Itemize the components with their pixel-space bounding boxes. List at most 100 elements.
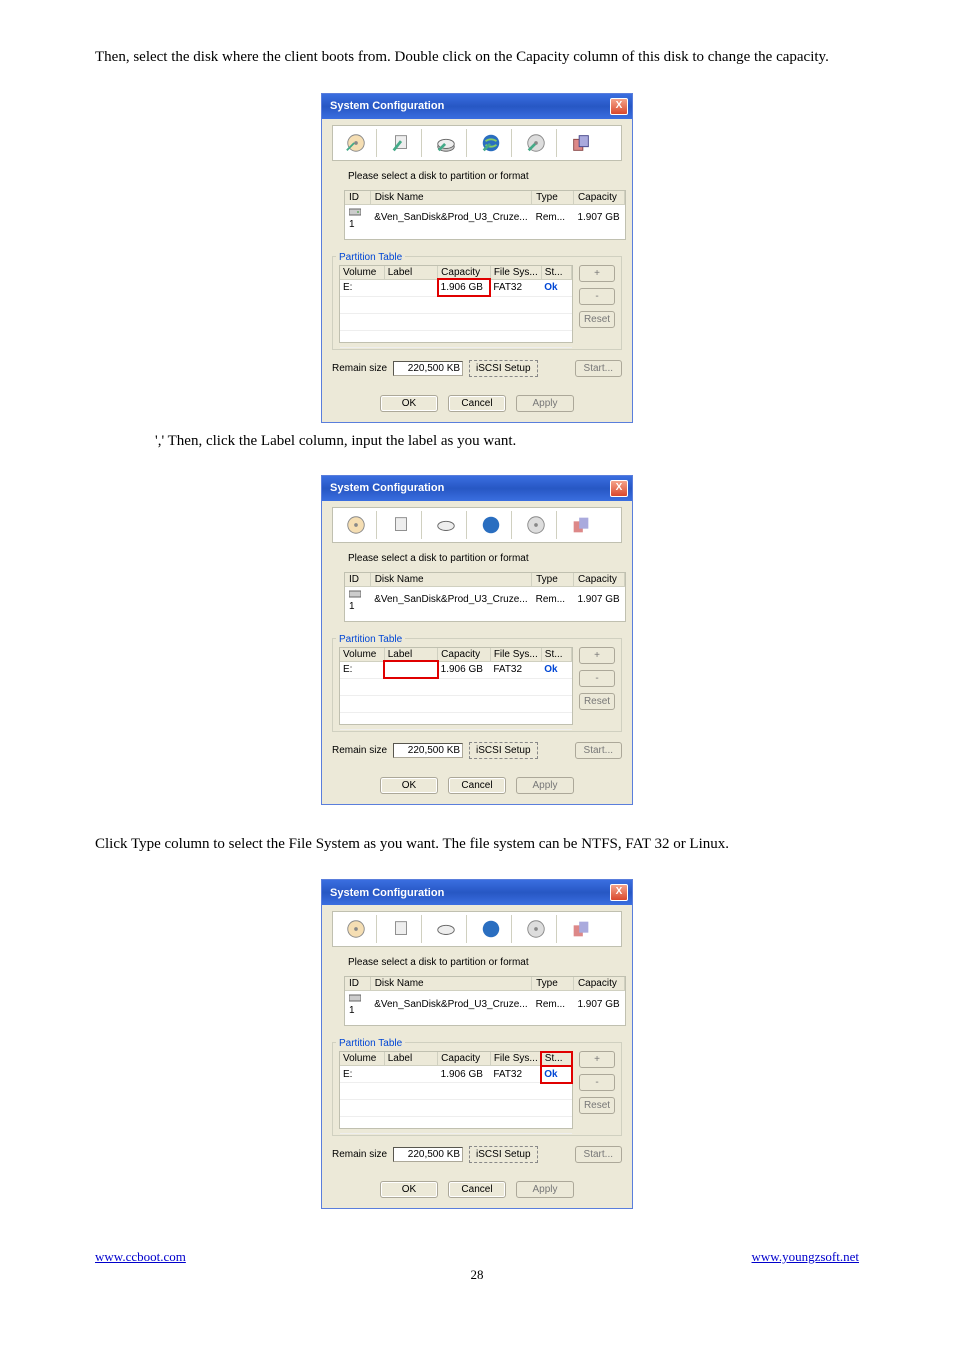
filesys-cell: FAT32	[490, 1066, 541, 1083]
ok-button[interactable]: OK	[380, 777, 438, 794]
status-cell: Ok	[541, 1066, 571, 1083]
toolbar-btn-4[interactable]	[471, 511, 512, 539]
remain-size-label: Remain size	[332, 363, 387, 374]
cancel-button[interactable]: Cancel	[448, 777, 506, 794]
toolbar-btn-5[interactable]	[516, 129, 557, 157]
toolbar	[332, 125, 622, 161]
toolbar-btn-5[interactable]	[516, 511, 557, 539]
partition-table: Volume Label Capacity File Sys... St... …	[339, 265, 573, 343]
toolbar-btn-6[interactable]	[561, 511, 601, 539]
cancel-button[interactable]: Cancel	[448, 1181, 506, 1198]
apply-button[interactable]: Apply	[516, 1181, 574, 1198]
toolbar-btn-2[interactable]	[381, 511, 422, 539]
status-cell: Ok	[541, 279, 571, 296]
toolbar-btn-5[interactable]	[516, 915, 557, 943]
toolbar-btn-6[interactable]	[561, 129, 601, 157]
footer-link-left[interactable]: www.ccboot.com	[95, 1249, 186, 1265]
pcol-filesys[interactable]: File Sys...	[490, 266, 541, 280]
close-icon[interactable]: X	[610, 884, 628, 901]
capacity-cell: 1.906 GB	[438, 661, 491, 678]
disk-drive-icon	[349, 208, 361, 219]
toolbar	[332, 911, 622, 947]
page-number: 28	[471, 1267, 484, 1283]
toolbar-btn-3[interactable]	[426, 915, 467, 943]
pcol-status[interactable]: St...	[541, 266, 571, 280]
filesys-cell: FAT32	[490, 279, 541, 296]
partition-table: Volume Label Capacity File Sys... St... …	[339, 647, 573, 725]
toolbar-btn-1[interactable]	[336, 915, 377, 943]
col-diskname[interactable]: Disk Name	[370, 191, 531, 205]
iscsi-setup-button[interactable]: iSCSI Setup	[469, 360, 537, 377]
toolbar-btn-6[interactable]	[561, 915, 601, 943]
partition-row[interactable]: E: 1.906 GB FAT32 Ok	[340, 279, 572, 296]
status-cell: Ok	[541, 661, 571, 678]
window-title: System Configuration	[330, 100, 444, 112]
instruction-text: Please select a disk to partition or for…	[348, 957, 622, 968]
col-type[interactable]: Type	[532, 191, 574, 205]
capacity-cell: 1.906 GB	[438, 1066, 491, 1083]
close-icon[interactable]: X	[610, 480, 628, 497]
start-button[interactable]: Start...	[575, 742, 622, 759]
toolbar-btn-2[interactable]	[381, 129, 422, 157]
ok-button[interactable]: OK	[380, 1181, 438, 1198]
toolbar-btn-1[interactable]	[336, 511, 377, 539]
disk-table: ID Disk Name Type Capacity 1 &Ven_SanDis…	[344, 976, 626, 1026]
partition-row[interactable]: E: 1.906 GB FAT32 Ok	[340, 1066, 572, 1083]
cancel-button[interactable]: Cancel	[448, 395, 506, 412]
pcol-capacity[interactable]: Capacity	[438, 266, 491, 280]
dialog-1: System Configuration X Please select a d…	[321, 93, 633, 423]
col-capacity[interactable]: Capacity	[573, 191, 624, 205]
disk-table: ID Disk Name Type Capacity 1 &Ven_SanDis…	[344, 190, 626, 240]
disk-row[interactable]: 1 &Ven_SanDisk&Prod_U3_Cruze... Rem... 1…	[345, 204, 625, 231]
toolbar-btn-3[interactable]	[426, 129, 467, 157]
reset-button[interactable]: Reset	[579, 693, 615, 710]
caption-1: ',' Then, click the Label column, input …	[155, 433, 859, 450]
footer-link-right[interactable]: www.youngzsoft.net	[752, 1249, 859, 1265]
pcol-label[interactable]: Label	[384, 266, 437, 280]
remain-size-value: 220,500 KB	[393, 361, 463, 376]
ok-button[interactable]: OK	[380, 395, 438, 412]
toolbar-btn-4[interactable]	[471, 129, 512, 157]
iscsi-setup-button[interactable]: iSCSI Setup	[469, 742, 537, 759]
toolbar	[332, 507, 622, 543]
partition-row[interactable]: E: 1.906 GB FAT32 Ok	[340, 661, 572, 678]
label-cell	[384, 1066, 437, 1083]
pcol-volume[interactable]: Volume	[340, 266, 384, 280]
partition-table: Volume Label Capacity File Sys... St... …	[339, 1051, 573, 1129]
window-title: System Configuration	[330, 482, 444, 494]
label-cell	[384, 279, 437, 296]
partition-table-title: Partition Table	[336, 1038, 405, 1049]
disk-row[interactable]: 1 &Ven_SanDisk&Prod_U3_Cruze... Rem... 1…	[345, 991, 625, 1018]
start-button[interactable]: Start...	[575, 1146, 622, 1163]
reset-button[interactable]: Reset	[579, 1097, 615, 1114]
reset-button[interactable]: Reset	[579, 311, 615, 328]
close-icon[interactable]: X	[610, 98, 628, 115]
intro-text: Then, select the disk where the client b…	[95, 48, 859, 68]
partition-table-title: Partition Table	[336, 252, 405, 263]
label-cell	[384, 661, 437, 678]
remove-partition-button[interactable]: -	[579, 1074, 615, 1091]
remove-partition-button[interactable]: -	[579, 670, 615, 687]
caption-2: Click Type column to select the File Sys…	[95, 835, 859, 855]
toolbar-btn-1[interactable]	[336, 129, 377, 157]
instruction-text: Please select a disk to partition or for…	[348, 171, 622, 182]
toolbar-btn-2[interactable]	[381, 915, 422, 943]
apply-button[interactable]: Apply	[516, 395, 574, 412]
filesys-cell: FAT32	[490, 661, 541, 678]
disk-table: ID Disk Name Type Capacity 1 &Ven_SanDis…	[344, 572, 626, 622]
add-partition-button[interactable]: +	[579, 1051, 615, 1068]
col-id[interactable]: ID	[345, 191, 370, 205]
disk-row[interactable]: 1 &Ven_SanDisk&Prod_U3_Cruze... Rem... 1…	[345, 586, 625, 613]
toolbar-btn-4[interactable]	[471, 915, 512, 943]
add-partition-button[interactable]: +	[579, 265, 615, 282]
remove-partition-button[interactable]: -	[579, 288, 615, 305]
apply-button[interactable]: Apply	[516, 777, 574, 794]
iscsi-setup-button[interactable]: iSCSI Setup	[469, 1146, 537, 1163]
dialog-3: System Configuration X Please select a d…	[321, 879, 633, 1209]
add-partition-button[interactable]: +	[579, 647, 615, 664]
toolbar-btn-3[interactable]	[426, 511, 467, 539]
dialog-2: System Configuration X Please select a d…	[321, 475, 633, 805]
start-button[interactable]: Start...	[575, 360, 622, 377]
window-title: System Configuration	[330, 887, 444, 899]
partition-table-title: Partition Table	[336, 634, 405, 645]
